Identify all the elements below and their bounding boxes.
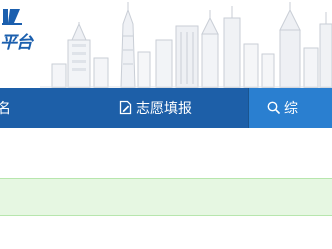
nav-item-label: 名 — [0, 100, 11, 116]
main-content — [0, 128, 332, 249]
logo-emblem-icon — [2, 9, 22, 25]
search-icon — [267, 101, 280, 115]
nav-item-comprehensive-search[interactable]: 综 — [249, 88, 332, 128]
edit-document-icon — [119, 101, 132, 115]
page: 平台 名 志愿填报 综 — [0, 0, 332, 249]
nav-item-label: 综 — [284, 100, 298, 116]
nav-item-volunteer-application[interactable]: 志愿填报 — [119, 88, 229, 128]
notice-bar — [0, 178, 332, 216]
nav-item-label: 志愿填报 — [136, 100, 192, 116]
main-nav: 名 志愿填报 综 — [0, 88, 332, 128]
logo-text: 平台 — [0, 33, 33, 52]
city-skyline-illustration — [40, 2, 332, 88]
site-logo: 平台 — [0, 0, 33, 88]
nav-item-register[interactable]: 名 — [0, 88, 17, 128]
header-banner: 平台 — [0, 0, 332, 88]
